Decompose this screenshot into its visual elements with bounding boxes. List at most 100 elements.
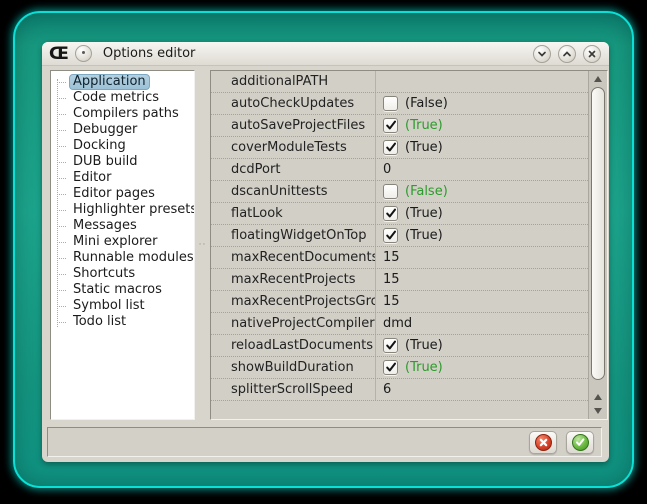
check-circle-icon	[572, 434, 589, 451]
row-value-text: (True)	[405, 335, 443, 356]
table-row[interactable]: maxRecentProjectsGrou 15	[211, 291, 588, 313]
property-value-cell[interactable]: dmd	[376, 313, 588, 334]
value-checkbox[interactable]	[383, 140, 398, 155]
sidebar-item[interactable]: Shortcuts	[51, 266, 194, 282]
table-row[interactable]: coverModuleTests (True)	[211, 137, 588, 159]
value-checkbox[interactable]	[383, 228, 398, 243]
vertical-scrollbar[interactable]	[588, 71, 607, 419]
property-grid[interactable]: additionalPATH autoCheckUpdates	[210, 70, 608, 420]
row-value-text: (False)	[405, 93, 448, 114]
property-value-cell[interactable]: (True)	[376, 137, 588, 158]
table-row[interactable]: splitterScrollSpeed 6	[211, 379, 588, 401]
sidebar-item[interactable]: Editor pages	[51, 186, 194, 202]
value-checkbox[interactable]	[383, 360, 398, 375]
row-value-text: (True)	[405, 115, 443, 136]
property-name: maxRecentDocuments	[211, 247, 376, 268]
dot-pin-icon	[82, 51, 85, 54]
sidebar-item[interactable]: Docking	[51, 138, 194, 154]
sidebar-item[interactable]: Application	[51, 74, 194, 90]
cancel-button[interactable]	[529, 431, 557, 454]
table-row[interactable]: flatLook (True)	[211, 203, 588, 225]
property-value-cell[interactable]: (True)	[376, 115, 588, 136]
property-value-cell[interactable]: 6	[376, 379, 588, 400]
value-checkbox[interactable]	[383, 338, 398, 353]
property-value-cell[interactable]: (True)	[376, 357, 588, 378]
sidebar-item-label: Code metrics	[69, 90, 163, 106]
window-frame: Œ Options editor	[13, 11, 634, 488]
property-name: splitterScrollSpeed	[211, 379, 376, 400]
titlebar-buttons	[533, 45, 601, 63]
table-row[interactable]: autoSaveProjectFiles (True)	[211, 115, 588, 137]
property-value-cell[interactable]: (False)	[376, 93, 588, 114]
table-row[interactable]: maxRecentDocuments 15	[211, 247, 588, 269]
row-value-text: 15	[383, 247, 400, 268]
sidebar-item-label: Application	[69, 74, 150, 90]
sidebar-item[interactable]: Symbol list	[51, 298, 194, 314]
sidebar-item[interactable]: Editor	[51, 170, 194, 186]
table-row[interactable]: nativeProjectCompiler dmd	[211, 313, 588, 335]
table-row[interactable]: reloadLastDocuments (True)	[211, 335, 588, 357]
close-button[interactable]	[583, 45, 601, 63]
scroll-down-button[interactable]	[589, 404, 607, 418]
minimize-button[interactable]	[533, 45, 551, 63]
property-value-cell[interactable]	[376, 71, 588, 92]
table-row[interactable]: dscanUnittests (False)	[211, 181, 588, 203]
check-icon	[385, 207, 397, 219]
table-row[interactable]: dcdPort 0	[211, 159, 588, 181]
sidebar-item-label: Editor	[69, 170, 115, 186]
sidebar-item[interactable]: Code metrics	[51, 90, 194, 106]
property-name: dscanUnittests	[211, 181, 376, 202]
table-row[interactable]: autoCheckUpdates (False)	[211, 93, 588, 115]
property-value-cell[interactable]: (True)	[376, 203, 588, 224]
table-row[interactable]: floatingWidgetOnTop (True)	[211, 225, 588, 247]
table-row[interactable]: maxRecentProjects 15	[211, 269, 588, 291]
scroll-up-button[interactable]	[589, 72, 607, 86]
sidebar-item[interactable]: Mini explorer	[51, 234, 194, 250]
maximize-button[interactable]	[558, 45, 576, 63]
value-checkbox[interactable]	[383, 206, 398, 221]
sidebar-item-label: Editor pages	[69, 186, 159, 202]
value-checkbox[interactable]	[383, 96, 398, 111]
row-value-text: 0	[383, 159, 391, 180]
sidebar-item-label: DUB build	[69, 154, 142, 170]
sidebar-item[interactable]: Runnable modules	[51, 250, 194, 266]
panel-splitter[interactable]: ··	[195, 70, 210, 420]
value-checkbox[interactable]	[383, 184, 398, 199]
table-row[interactable]: additionalPATH	[211, 71, 588, 93]
sidebar-item[interactable]: DUB build	[51, 154, 194, 170]
property-name: coverModuleTests	[211, 137, 376, 158]
sidebar-item-label: Debugger	[69, 122, 141, 138]
property-name: additionalPATH	[211, 71, 376, 92]
sidebar-item[interactable]: Compilers paths	[51, 106, 194, 122]
property-value-cell[interactable]: (True)	[376, 335, 588, 356]
property-value-cell[interactable]: 15	[376, 291, 588, 312]
property-value-cell[interactable]: (False)	[376, 181, 588, 202]
sidebar-item-label: Messages	[69, 218, 141, 234]
property-value-cell[interactable]: 15	[376, 269, 588, 290]
sidebar-item-label: Mini explorer	[69, 234, 162, 250]
property-value-cell[interactable]: (True)	[376, 225, 588, 246]
pin-button[interactable]	[75, 45, 92, 62]
property-value-cell[interactable]: 15	[376, 247, 588, 268]
ok-button[interactable]	[566, 431, 594, 454]
check-icon	[385, 339, 397, 351]
scrollbar-thumb[interactable]	[591, 87, 605, 380]
triangle-up-icon	[594, 76, 602, 82]
value-checkbox[interactable]	[383, 118, 398, 133]
sidebar-item[interactable]: Messages	[51, 218, 194, 234]
scroll-up-button-bottom[interactable]	[589, 390, 607, 404]
category-tree[interactable]: Application Code metrics Compilers paths…	[50, 70, 195, 420]
property-value-cell[interactable]: 0	[376, 159, 588, 180]
sidebar-item-label: Symbol list	[69, 298, 149, 314]
property-name: reloadLastDocuments	[211, 335, 376, 356]
table-row[interactable]: showBuildDuration (True)	[211, 357, 588, 379]
property-rows: additionalPATH autoCheckUpdates	[211, 71, 588, 401]
coedit-logo-icon[interactable]: Œ	[49, 43, 68, 65]
row-value-text: (False)	[405, 181, 448, 202]
sidebar-item[interactable]: Highlighter presets	[51, 202, 194, 218]
titlebar[interactable]: Œ Options editor	[42, 42, 609, 66]
sidebar-item[interactable]: Debugger	[51, 122, 194, 138]
sidebar-item[interactable]: Todo list	[51, 314, 194, 330]
sidebar-item[interactable]: Static macros	[51, 282, 194, 298]
row-value-text: (True)	[405, 203, 443, 224]
